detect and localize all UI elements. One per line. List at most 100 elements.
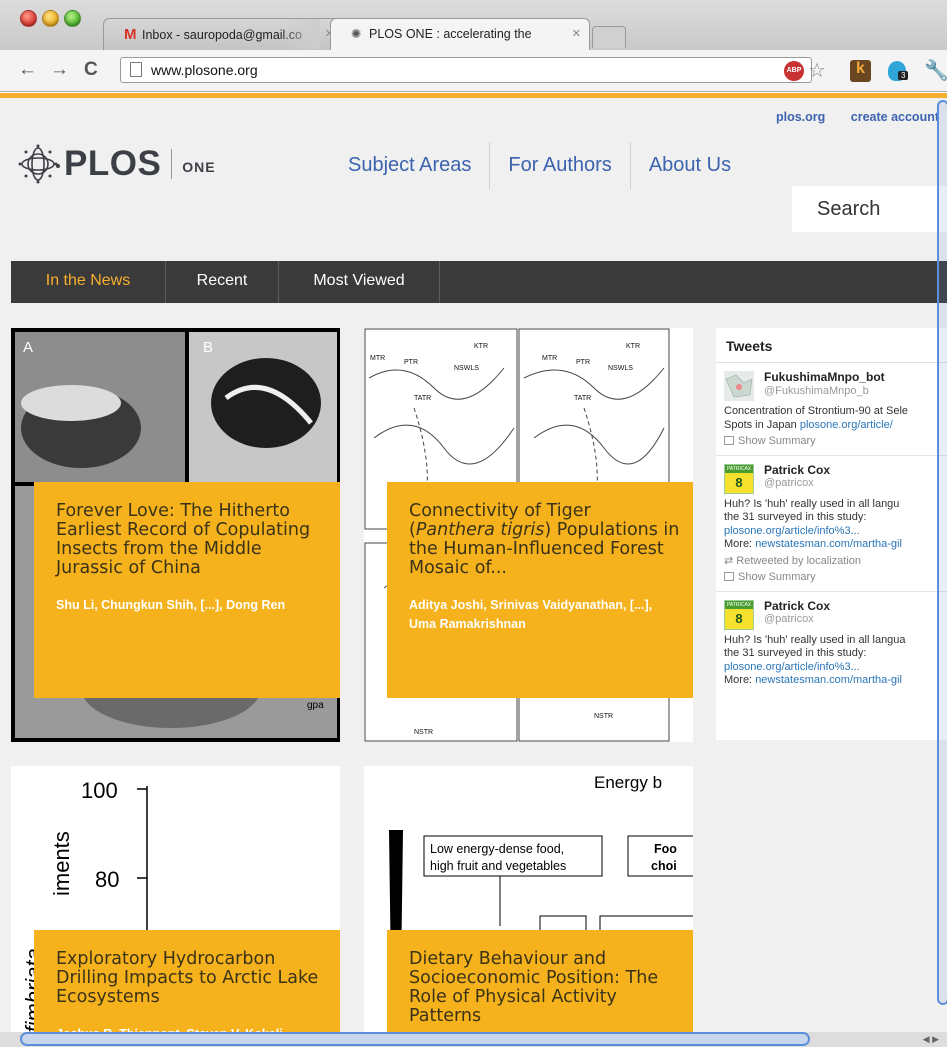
page-icon <box>130 62 142 77</box>
article-card[interactable]: Energy b Low energy-dense food, high fru… <box>364 766 693 1047</box>
tweet-text: Huh? Is 'huh' really used in all langua … <box>724 634 947 688</box>
article-panel: Exploratory Hydrocarbon Drilling Impacts… <box>34 930 340 1047</box>
tweet-link[interactable]: plosone.org/article/info%3... <box>724 661 947 675</box>
map-label: NSWLS <box>608 365 633 372</box>
summary-icon <box>724 436 734 445</box>
article-title[interactable]: Connectivity of Tiger (Panthera tigris) … <box>409 502 681 578</box>
browser-tab-gmail[interactable]: MInbox - sauropoda@gmail.co ✕ <box>103 18 343 50</box>
scroll-arrows-icon[interactable]: ◀ ▶ <box>923 1034 939 1045</box>
plos-icon: ✺ <box>351 27 362 41</box>
tweets-widget: Tweets FukushimaMnpo_bot @FukushimaMnpo_… <box>716 328 947 740</box>
nav-for-authors[interactable]: For Authors <box>490 142 631 189</box>
horizontal-scrollbar[interactable]: ◀ ▶ <box>0 1032 947 1047</box>
back-icon[interactable]: ← <box>18 59 37 81</box>
patricox-avatar[interactable]: PATRICAX 8 <box>724 599 754 630</box>
browser-tab-bar: M Inbox - sauropoda@gmail.co ✕ ✺ PLOS ONE … <box>0 0 947 50</box>
browser-tab-plos[interactable]: ✺ PLOS ONE : accelerating the ✕ <box>330 18 590 50</box>
panel-label: A <box>23 339 33 356</box>
tweet-link[interactable]: plosone.org/article/ <box>800 419 893 431</box>
diagram-label: high fruit and vegetables <box>430 859 566 873</box>
summary-icon <box>724 572 734 581</box>
browser-toolbar: ← → C www.plosone.org ABP ☆ k 3 🔧 <box>0 50 947 92</box>
tab-most-viewed[interactable]: Most Viewed <box>279 261 440 303</box>
article-title[interactable]: Forever Love: The Hitherto Earliest Reco… <box>56 502 328 578</box>
nav-about-us[interactable]: About Us <box>631 142 749 189</box>
page: plos.org create account PLOS ONE Subject… <box>0 98 947 1047</box>
tweet-author[interactable]: FukushimaMnpo_bot <box>764 370 947 385</box>
plos-org-link[interactable]: plos.org <box>776 110 825 124</box>
map-label: KTR <box>474 343 488 350</box>
article-card[interactable]: 100 80 iments mfimbriata Exploratory Hyd… <box>11 766 340 1047</box>
top-links: plos.org create account <box>754 110 939 124</box>
content-tabs: In the News Recent Most Viewed <box>11 261 947 303</box>
retweet-icon: ⇄ <box>724 554 737 567</box>
tweet: PATRICAX 8 Patrick Cox @patricox Huh? Is… <box>716 592 947 694</box>
tab-title: Inbox - sauropoda@gmail.co <box>142 28 302 42</box>
panel-label: B <box>203 339 213 356</box>
close-window-button[interactable] <box>20 10 37 27</box>
tweet: FukushimaMnpo_bot @FukushimaMnpo_b Conce… <box>716 363 947 456</box>
article-card[interactable]: A B gpa Forever Love: The Hitherto Earli… <box>11 328 340 742</box>
nav-subject-areas[interactable]: Subject Areas <box>330 142 491 189</box>
forward-icon[interactable]: → <box>50 59 69 81</box>
article-title[interactable]: Exploratory Hydrocarbon Drilling Impacts… <box>56 950 328 1007</box>
vertical-scrollbar[interactable] <box>937 100 947 1005</box>
minimize-window-button[interactable] <box>42 10 59 27</box>
tweets-heading: Tweets <box>716 328 947 363</box>
tab-recent[interactable]: Recent <box>166 261 279 303</box>
tweet-text: Huh? Is 'huh' really used in all langu t… <box>724 498 947 552</box>
address-bar[interactable]: www.plosone.org <box>120 57 812 83</box>
article-card[interactable]: MTR PTR KTR NSWLS TATR MTR PTR KTR NSWLS… <box>364 328 693 742</box>
plos-logo-icon <box>18 144 60 184</box>
map-label: MTR <box>370 355 385 362</box>
article-panel: Dietary Behaviour and Socioeconomic Posi… <box>387 930 693 1047</box>
article-panel: Forever Love: The Hitherto Earliest Reco… <box>34 482 340 698</box>
diagram-label: Low energy-dense food, <box>430 842 564 856</box>
extension-badge: 3 <box>898 71 909 80</box>
main-nav: Subject Areas For Authors About Us <box>330 142 749 189</box>
gmail-icon: M <box>124 26 137 43</box>
patricox-avatar[interactable]: PATRICAX 8 <box>724 463 754 494</box>
close-tab-icon[interactable]: ✕ <box>572 27 581 40</box>
tweet-more-link[interactable]: newstatesman.com/martha-gil <box>755 674 902 686</box>
zoom-window-button[interactable] <box>64 10 81 27</box>
map-label: TATR <box>414 395 431 402</box>
star-icon[interactable]: ☆ <box>808 58 826 83</box>
logo-brand: PLOS <box>64 144 162 183</box>
axis-tick: 80 <box>95 867 119 892</box>
extension-icon[interactable]: 3 <box>888 59 914 83</box>
show-summary-button[interactable]: Show Summary <box>724 435 947 449</box>
tweet-handle[interactable]: @FukushimaMnpo_b <box>764 385 947 399</box>
create-account-link[interactable]: create account <box>851 110 939 124</box>
article-authors: Shu Li, Chungkun Shih, [...], Dong Ren <box>56 598 286 612</box>
adblock-icon[interactable]: ABP <box>784 61 804 81</box>
new-tab-button[interactable] <box>592 26 626 48</box>
map-label: KTR <box>626 343 640 350</box>
diagram-label: Foo <box>654 842 677 856</box>
map-label: NSWLS <box>454 365 479 372</box>
tweet-handle[interactable]: @patricox <box>764 613 947 627</box>
diagram-title: Energy b <box>594 773 662 792</box>
search-input[interactable]: Search <box>792 186 947 232</box>
tweet-handle[interactable]: @patricox <box>764 477 947 491</box>
map-label: TATR <box>574 395 591 402</box>
plos-one-logo[interactable]: PLOS ONE <box>18 144 216 184</box>
tweet-link[interactable]: plosone.org/article/info%3... <box>724 525 947 539</box>
logo-product: ONE <box>182 159 216 175</box>
tab-in-the-news[interactable]: In the News <box>11 261 166 303</box>
tweet-author[interactable]: Patrick Cox <box>764 463 947 478</box>
map-label: PTR <box>404 359 418 366</box>
tab-title: PLOS ONE : accelerating the <box>369 27 532 41</box>
map-label: NSTR <box>594 713 613 720</box>
reload-icon[interactable]: C <box>84 59 98 81</box>
wrench-icon[interactable]: 🔧 <box>924 58 947 83</box>
show-summary-button[interactable]: Show Summary <box>724 571 947 585</box>
tweet-author[interactable]: Patrick Cox <box>764 599 947 614</box>
article-title[interactable]: Dietary Behaviour and Socioeconomic Posi… <box>409 950 681 1026</box>
axis-label: iments <box>49 831 74 896</box>
map-avatar[interactable] <box>724 371 754 401</box>
k-extension-icon[interactable]: k <box>850 60 871 82</box>
map-label: NSTR <box>414 729 433 736</box>
horizontal-scroll-thumb[interactable] <box>20 1032 810 1046</box>
tweet-more-link[interactable]: newstatesman.com/martha-gil <box>755 538 902 550</box>
